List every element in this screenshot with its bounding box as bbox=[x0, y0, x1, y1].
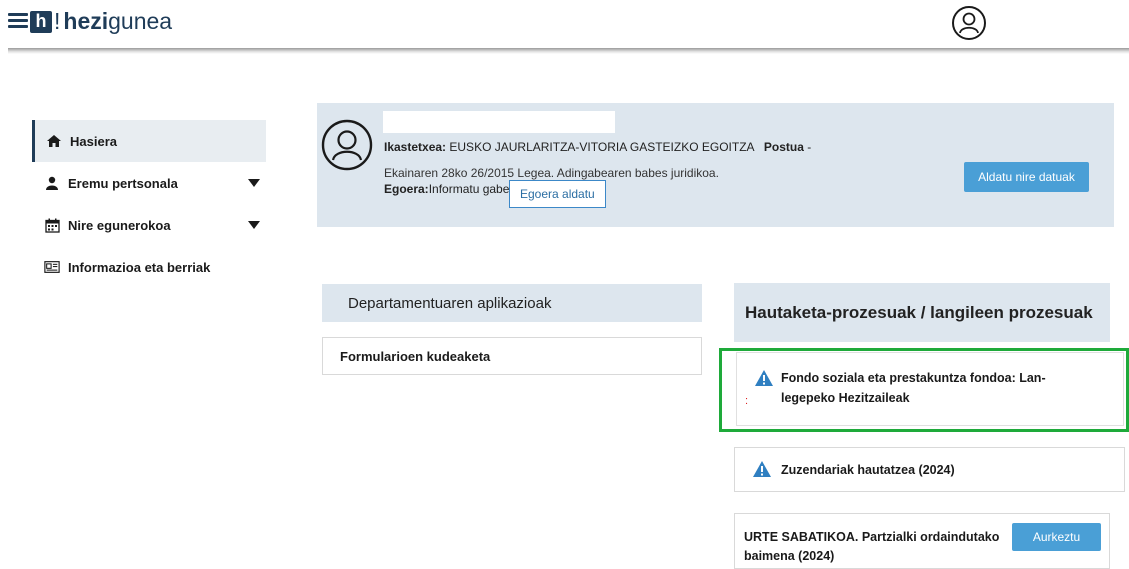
status-line: Egoera:Informatu gabe bbox=[384, 182, 509, 196]
sidebar-item-eremu-pertsonala[interactable]: Eremu pertsonala bbox=[32, 162, 266, 204]
hamburger-icon[interactable] bbox=[8, 13, 28, 29]
status-label: Egoera: bbox=[384, 182, 429, 196]
sidebar-item-nire-egunerokoa[interactable]: Nire egunerokoa bbox=[32, 204, 266, 246]
sidebar: Hasiera Eremu pertsonala Nire egunerokoa bbox=[32, 120, 266, 288]
edit-data-button[interactable]: Aldatu nire datuak bbox=[964, 162, 1089, 192]
sidebar-item-hasiera[interactable]: Hasiera bbox=[32, 120, 266, 162]
submit-button[interactable]: Aurkeztu bbox=[1012, 523, 1101, 551]
process-card: URTE SABATIKOA. Partzialki ordaindutako … bbox=[734, 513, 1110, 569]
center-label: Ikastetxea: bbox=[384, 140, 447, 154]
logo-box: h bbox=[30, 10, 52, 33]
chevron-down-icon[interactable] bbox=[248, 179, 260, 187]
processes-heading: Hautaketa-prozesuak / langileen prozesua… bbox=[734, 283, 1110, 342]
user-avatar-icon[interactable] bbox=[951, 5, 987, 41]
department-app-link[interactable]: Formularioen kudeaketa bbox=[322, 337, 702, 375]
news-icon bbox=[44, 259, 60, 275]
status-value: Informatu gabe bbox=[428, 182, 510, 196]
logo-bold-text: hezi bbox=[63, 8, 109, 34]
post-value: - bbox=[807, 140, 812, 154]
post-label: Postua bbox=[763, 140, 804, 154]
calendar-icon bbox=[44, 217, 60, 233]
sidebar-item-informazioa-eta-berriak[interactable]: Informazioa eta berriak bbox=[32, 246, 266, 288]
logo-light-text: gunea bbox=[108, 8, 173, 34]
app-logo[interactable]: h ! hezi gunea bbox=[28, 8, 172, 35]
user-name-box bbox=[383, 111, 615, 133]
process-label: URTE SABATIKOA. Partzialki ordaindutako … bbox=[744, 530, 1000, 563]
top-header: h ! hezi gunea bbox=[0, 0, 1129, 48]
center-value: EUSKO JAURLARITZA-VITORIA GASTEIZKO EGOI… bbox=[449, 140, 754, 154]
sidebar-item-label: Eremu pertsonala bbox=[68, 175, 178, 191]
highlight-frame bbox=[719, 348, 1129, 432]
profile-panel: Ikastetxea: EUSKO JAURLARITZA-VITORIA GA… bbox=[317, 103, 1114, 227]
process-label: Zuzendariak hautatzea (2024) bbox=[781, 463, 955, 477]
departments-heading: Departamentuaren aplikazioak bbox=[322, 284, 702, 322]
sidebar-item-label: Nire egunerokoa bbox=[68, 217, 171, 233]
warning-icon bbox=[752, 460, 772, 483]
logo-bang: ! bbox=[54, 8, 61, 34]
center-line: Ikastetxea: EUSKO JAURLARITZA-VITORIA GA… bbox=[384, 140, 811, 154]
sidebar-item-label: Hasiera bbox=[70, 133, 117, 149]
change-status-button[interactable]: Egoera aldatu bbox=[509, 180, 606, 208]
law-text: Ekainaren 28ko 26/2015 Legea. Adingabear… bbox=[384, 166, 719, 180]
sidebar-item-label: Informazioa eta berriak bbox=[68, 259, 211, 275]
process-card[interactable]: Zuzendariak hautatzea (2024) bbox=[734, 447, 1125, 492]
chevron-down-icon[interactable] bbox=[248, 221, 260, 229]
profile-avatar-icon bbox=[320, 118, 374, 172]
home-icon bbox=[46, 133, 62, 149]
person-icon bbox=[44, 175, 60, 191]
header-divider bbox=[8, 48, 1129, 54]
